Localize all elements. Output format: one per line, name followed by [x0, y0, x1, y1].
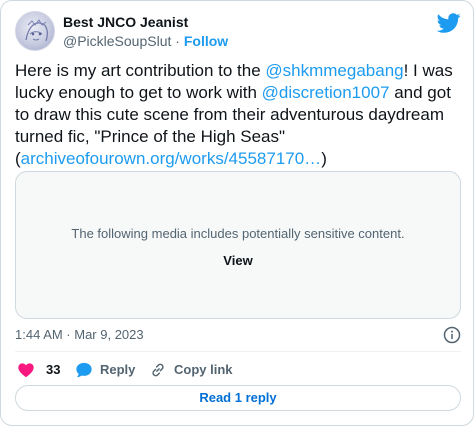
reply-label: Reply — [100, 362, 136, 377]
read-replies-button[interactable]: Read 1 reply — [15, 385, 461, 411]
tweet-header: Best JNCO Jeanist @PickleSoupSlut · Foll… — [15, 11, 461, 55]
tweet-meta: 1:44 AM · Mar 9, 2023 — [15, 325, 461, 345]
tweet-text-part: Here is my art contribution to the — [15, 61, 266, 80]
speech-bubble-icon — [76, 362, 92, 378]
reply-button[interactable]: Reply — [75, 359, 135, 381]
tweet-card: Best JNCO Jeanist @PickleSoupSlut · Foll… — [0, 0, 474, 426]
url-link[interactable]: archiveofourown.org/works/45587170… — [21, 149, 322, 168]
user-names: Best JNCO Jeanist @PickleSoupSlut · Foll… — [63, 13, 228, 50]
like-count: 33 — [46, 362, 61, 377]
view-media-button[interactable]: View — [16, 252, 460, 270]
like-button[interactable]: 33 — [17, 359, 60, 381]
follow-button[interactable]: Follow — [184, 33, 228, 49]
link-icon — [152, 363, 164, 377]
sensitive-warning-text: The following media includes potentially… — [71, 226, 405, 241]
info-icon[interactable] — [443, 326, 461, 344]
tweet-text: Here is my art contribution to the @shkm… — [15, 60, 463, 170]
twitter-bird-icon[interactable] — [437, 11, 461, 35]
mention-link[interactable]: @shkmmegabang — [265, 61, 403, 80]
sensitive-media-placeholder[interactable]: The following media includes potentially… — [15, 171, 461, 319]
timestamp[interactable]: 1:44 AM · Mar 9, 2023 — [15, 326, 144, 344]
handle-separator: · — [175, 33, 180, 49]
handle-line: @PickleSoupSlut · Follow — [63, 32, 228, 50]
avatar-sketch-icon — [25, 19, 48, 42]
display-name[interactable]: Best JNCO Jeanist — [63, 13, 228, 31]
tweet-text-part: ) — [321, 149, 327, 168]
avatar[interactable] — [15, 11, 55, 51]
user-handle[interactable]: @PickleSoupSlut — [63, 33, 171, 49]
tweet-actions: 33 Reply Copy link — [15, 359, 461, 381]
copy-link-label: Copy link — [174, 362, 233, 377]
copy-link-button[interactable]: Copy link — [149, 359, 233, 381]
mention-link[interactable]: @discretion1007 — [262, 83, 390, 102]
divider — [15, 351, 461, 352]
heart-icon — [18, 363, 34, 378]
